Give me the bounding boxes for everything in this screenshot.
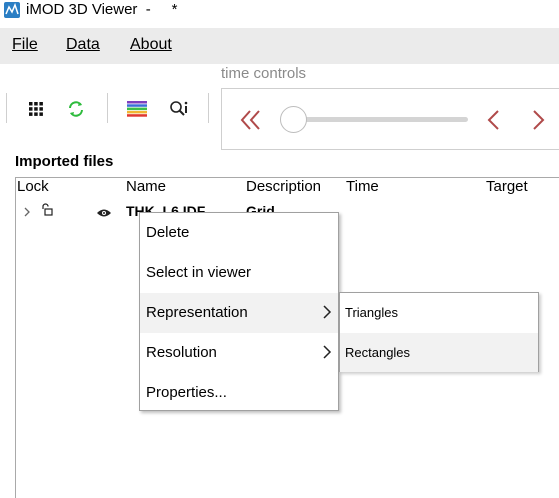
context-menu: Delete Select in viewer Representation R… — [139, 212, 339, 411]
column-header-description[interactable]: Description — [246, 178, 321, 195]
column-header-target[interactable]: Target — [486, 178, 528, 195]
grid-icon[interactable] — [24, 97, 48, 121]
submenu-item-triangles[interactable]: Triangles — [340, 293, 538, 332]
time-controls-label: time controls — [221, 65, 307, 82]
toolbar-separator — [6, 93, 7, 123]
toolbar-separator — [107, 93, 108, 123]
menu-item-representation[interactable]: Representation — [140, 293, 338, 333]
menu-data[interactable]: Data — [66, 36, 100, 54]
submenu-arrow-icon — [322, 304, 332, 324]
search-settings-icon[interactable] — [167, 97, 191, 121]
color-legend-icon[interactable] — [125, 97, 149, 121]
menu-item-resolution[interactable]: Resolution — [140, 333, 338, 373]
time-slider-track[interactable] — [290, 117, 468, 122]
title-bar: iMOD 3D Viewer - * — [0, 0, 559, 22]
representation-submenu: Triangles Rectangles — [339, 292, 539, 372]
eye-icon[interactable] — [96, 205, 112, 223]
menu-item-select-in-viewer[interactable]: Select in viewer — [140, 253, 338, 293]
imported-files-title: Imported files — [15, 153, 114, 170]
time-slider-handle[interactable] — [280, 106, 307, 133]
expand-chevron-icon[interactable] — [23, 205, 31, 223]
toolbar-separator — [208, 93, 209, 123]
next-step-icon[interactable] — [530, 108, 546, 137]
submenu-item-rectangles[interactable]: Rectangles — [340, 333, 538, 372]
rewind-icon[interactable] — [240, 108, 262, 137]
column-header-lock[interactable]: Lock — [17, 178, 49, 195]
menu-file[interactable]: File — [12, 36, 38, 54]
previous-step-icon[interactable] — [486, 108, 502, 137]
app-icon — [4, 2, 20, 18]
submenu-arrow-icon — [322, 344, 332, 364]
refresh-icon[interactable] — [64, 97, 88, 121]
column-header-name[interactable]: Name — [126, 178, 166, 195]
menu-bar: File Data About — [0, 28, 559, 64]
column-header-time[interactable]: Time — [346, 178, 379, 195]
menu-item-properties[interactable]: Properties... — [140, 373, 338, 413]
window-title: iMOD 3D Viewer - * — [26, 1, 178, 18]
menu-about[interactable]: About — [130, 36, 172, 54]
unlocked-icon[interactable] — [40, 203, 54, 222]
menu-item-delete[interactable]: Delete — [140, 213, 338, 253]
